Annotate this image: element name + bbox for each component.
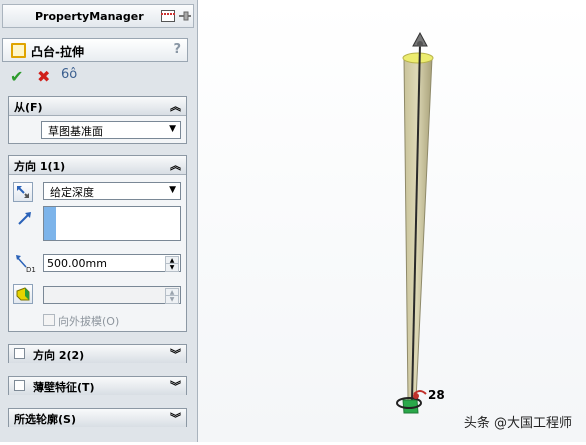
draft-outward-checkbox[interactable] [43,314,55,326]
draft-angle-input[interactable]: ▲ ▼ [43,286,181,304]
direction2-checkbox[interactable] [14,348,25,359]
draft-outward-label: 向外拔模(O) [58,315,120,328]
expand-icon[interactable]: ︾ [170,410,181,426]
selected-contours-section: 所选轮廓(S) ︾ [8,408,187,427]
extrusion-preview [396,31,434,414]
ok-button[interactable]: ✔ [10,67,23,86]
split-panel-icon[interactable] [161,10,175,22]
draft-icon [16,287,30,301]
chevron-down-icon: ▼ [169,185,176,195]
direction2-header[interactable]: 方向 2(2) ︾ [9,345,186,363]
property-manager-panel: PropertyManager 凸台-拉伸 ? ✔ ✖ 6ô 从(F) ︽ 草图… [0,0,198,442]
cancel-button[interactable]: ✖ [37,67,50,86]
help-icon[interactable]: ? [173,42,181,57]
from-section-title: 从(F) [14,101,43,114]
end-condition-value: 给定深度 [50,186,94,199]
from-section: 从(F) ︽ 草图基准面 ▼ [8,96,187,144]
cylinder-top-face [402,52,434,64]
selected-contours-header[interactable]: 所选轮廓(S) ︾ [9,409,186,427]
property-manager-title: PropertyManager [35,10,144,23]
collapse-icon[interactable]: ︽ [170,157,181,173]
boss-extrude-icon [11,43,26,58]
feature-title-bar: 凸台-拉伸 ? [2,38,188,62]
draft-toggle-button[interactable] [13,284,33,304]
start-condition-select[interactable]: 草图基准面 ▼ [41,121,181,139]
start-condition-value: 草图基准面 [48,125,103,138]
thin-feature-checkbox[interactable] [14,380,25,391]
direction-selection-box[interactable] [43,206,181,241]
reverse-direction-button[interactable] [13,182,33,202]
dimension-label[interactable]: 28 [428,388,445,402]
end-condition-select[interactable]: 给定深度 ▼ [43,182,181,200]
depth-value: 500.00mm [47,257,107,270]
direction2-section: 方向 2(2) ︾ [8,344,187,363]
depth-dimension-icon: D1 [16,255,36,273]
thin-feature-title: 薄壁特征(T) [33,381,95,394]
chevron-down-icon: ▼ [169,124,176,134]
thin-feature-header[interactable]: 薄壁特征(T) ︾ [9,377,186,395]
selection-indicator [44,207,56,240]
watermark: 头条 @大国工程师 [463,416,572,431]
direction1-section: 方向 1(1) ︽ 给定深度 ▼ D1 500.00mm ▲ ▼ ▲ ▼ 向外拔… [8,155,187,332]
direction-vector-icon [18,212,31,225]
direction1-header[interactable]: 方向 1(1) ︽ [9,156,186,175]
detailed-preview-button[interactable]: 6ô [61,67,77,82]
spin-down-icon[interactable]: ▼ [165,263,179,272]
expand-icon[interactable]: ︾ [170,378,181,394]
graphics-viewport[interactable]: 28 头条 @大国工程师 [198,0,586,442]
feature-name: 凸台-拉伸 [31,45,84,59]
pin-icon[interactable] [178,10,192,22]
from-section-header[interactable]: 从(F) ︽ [9,97,186,116]
reverse-direction-icon [17,186,29,198]
collapse-icon[interactable]: ︽ [170,98,181,114]
direction2-title: 方向 2(2) [33,349,85,362]
selected-contours-title: 所选轮廓(S) [14,413,76,426]
action-buttons: ✔ ✖ 6ô [8,67,128,86]
svg-text:D1: D1 [26,266,36,273]
property-manager-header: PropertyManager [2,4,194,28]
spin-down-icon[interactable]: ▼ [165,295,179,304]
thin-feature-section: 薄壁特征(T) ︾ [8,376,187,395]
depth-input[interactable]: 500.00mm ▲ ▼ [43,254,181,272]
expand-icon[interactable]: ︾ [170,346,181,362]
direction1-title: 方向 1(1) [14,160,66,173]
